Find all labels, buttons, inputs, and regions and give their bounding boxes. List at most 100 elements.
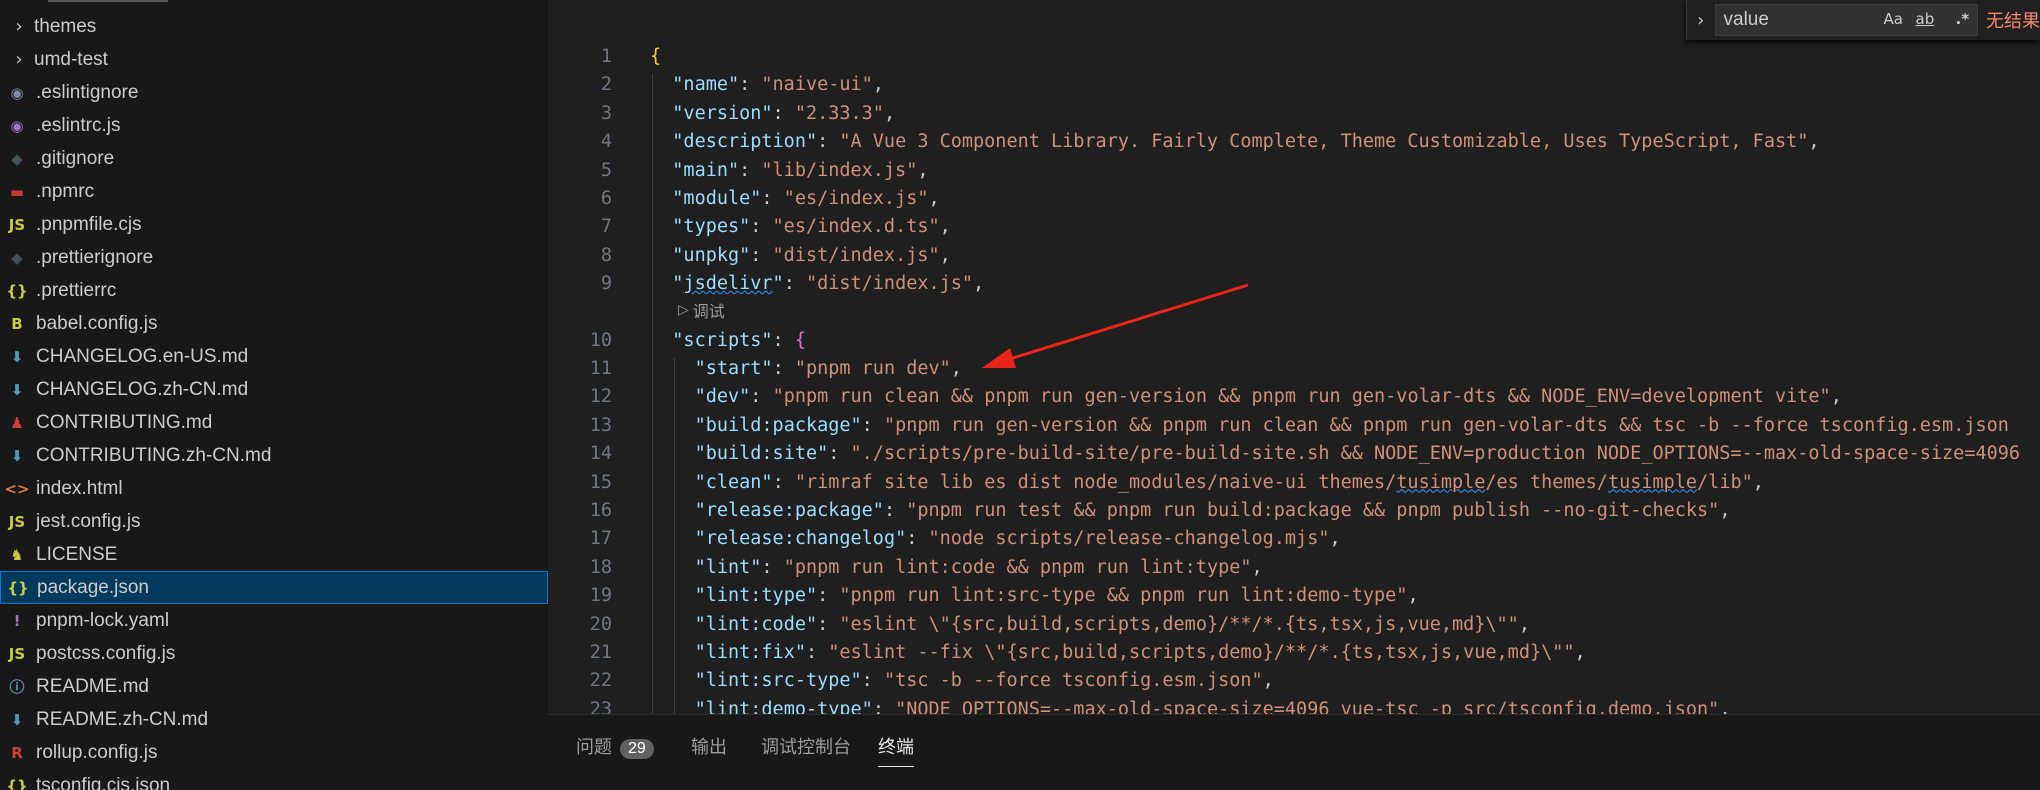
line-number: 9 [600,273,612,295]
code-token: : [906,528,929,550]
code-line[interactable]: "version": "2.33.3", [672,103,895,124]
file-item[interactable]: JS postcss.config.js [0,637,548,670]
file-item[interactable]: ◆ .gitignore [0,142,548,175]
code-token: "module" [672,188,762,209]
file-label: CHANGELOG.en-US.md [36,345,249,367]
code-token: : [817,613,840,635]
whole-word-icon[interactable]: ab [1916,10,1935,28]
code-token: "tsc -b --force tsconfig.esm.json" [883,670,1263,692]
code-line[interactable]: "lint": "pnpm run lint:code && pnpm run … [695,557,1263,578]
line-number: 17 [589,528,612,550]
code-line[interactable]: "main": "lib/index.js", [672,160,928,181]
code-line[interactable]: "build:site": "./scripts/pre-build-site/… [695,443,2020,464]
code-line[interactable]: "name": "naive-ui", [672,74,884,95]
tab-terminal[interactable]: 终端 [878,733,914,767]
code-token: , [1329,528,1341,550]
code-line[interactable]: "types": "es/index.d.ts", [672,216,950,237]
code-line[interactable]: "clean": "rimraf site lib es dist node_m… [695,472,1764,493]
code-line[interactable]: "jsdelivr": "dist/index.js", [672,273,984,294]
tab-output[interactable]: 输出 [691,733,727,767]
code-line[interactable]: "unpkg": "dist/index.js", [672,245,950,266]
code-token: " [672,273,684,295]
file-label: rollup.config.js [36,741,158,763]
file-item[interactable]: <> index.html [0,472,548,505]
file-item[interactable]: ◉ .eslintignore [0,76,548,109]
file-item[interactable]: ◉ .eslintrc.js [0,109,548,142]
code-token: , [928,188,940,209]
code-token: , [917,159,929,181]
eslint-icon: ◉ [10,83,24,102]
match-case-icon[interactable]: Aa [1884,10,1903,28]
code-line[interactable]: "release:package": "pnpm run test && pnp… [695,500,1731,521]
code-line[interactable]: "description": "A Vue 3 Component Librar… [672,131,1819,152]
contributing-icon: ♟ [10,413,24,432]
code-token: , [1808,131,1820,153]
code-line[interactable]: "build:package": "pnpm run gen-version &… [695,415,2009,436]
file-item[interactable]: JS .pnpmfile.cjs [0,208,548,241]
file-item[interactable]: JS jest.config.js [0,505,548,538]
tab-terminal-label: 终端 [878,737,914,757]
file-item[interactable]: ⬇ CONTRIBUTING.zh-CN.md [0,439,548,472]
code-line[interactable]: "lint:src-type": "tsc -b --force tsconfi… [695,670,1274,691]
js-icon: JS [8,512,26,531]
line-number: 11 [589,358,612,379]
line-number: 20 [589,613,612,635]
line-number: 18 [589,556,612,578]
code-line[interactable]: "release:changelog": "node scripts/relea… [695,528,1341,549]
explorer-sidebar: › themes › umd-test ◉ .eslintignore ◉ .eslintrc… [0,0,548,790]
code-line[interactable]: "dev": "pnpm run clean && pnpm run gen-v… [695,386,1842,407]
code-line[interactable]: "lint:fix": "eslint --fix \"{src,build,s… [695,642,1586,663]
code-line[interactable]: "start": "pnpm run dev", [695,358,962,379]
file-label: .npmrc [36,180,95,202]
bottom-panel: 问题 29 输出 调试控制台 终端 [548,714,2040,790]
line-number: 7 [600,216,612,238]
code-token: : [772,329,795,351]
file-item[interactable]: {} tsconfig.cjs.json [0,769,548,790]
code-line[interactable]: "lint:type": "pnpm run lint:src-type && … [695,585,1419,606]
code-token: : [750,216,773,238]
code-token: "name" [672,74,740,96]
folder-item[interactable]: › umd-test [0,43,548,76]
js-icon: JS [8,644,26,663]
file-item[interactable]: Rrollup.config.js [0,736,548,769]
code-token: , [973,273,985,295]
code-line[interactable]: "scripts": { [672,330,806,351]
file-label: CHANGELOG.zh-CN.md [36,378,249,400]
toggle-replace-icon[interactable]: › [1687,10,1715,31]
file-item[interactable]: ◆ .prettierignore [0,241,548,274]
regex-icon[interactable]: .* [1956,10,1970,28]
file-label: babel.config.js [36,312,158,334]
markdown-icon: ⬇ [10,347,24,366]
eslint-icon: ◉ [10,116,24,135]
line-number: 6 [600,188,612,209]
folder-item[interactable]: › themes [0,10,548,43]
file-label: .eslintrc.js [36,114,121,136]
file-item[interactable]: ⬇ CHANGELOG.zh-CN.md [0,373,548,406]
code-line[interactable]: { [650,46,661,67]
file-item[interactable]: {} package.json [0,571,548,604]
file-item[interactable]: ! pnpm-lock.yaml [0,604,548,637]
file-label: .prettierignore [36,246,154,268]
file-label: tsconfig.cjs.json [36,774,171,790]
file-item[interactable]: ▬ .npmrc [0,175,548,208]
code-token: : [761,556,784,578]
file-item[interactable]: ♟ CONTRIBUTING.md [0,406,548,439]
file-label: .prettierrc [36,279,117,301]
play-icon: ▷ [678,302,689,318]
file-item[interactable]: ⬇ README.zh-CN.md [0,703,548,736]
file-item[interactable]: {} .prettierrc [0,274,548,307]
file-item[interactable]: ⓘ README.md [0,670,548,703]
debug-codelens[interactable]: ▷ 调试 [678,298,725,322]
tab-problems[interactable]: 问题 29 [576,733,654,767]
code-token: : [883,500,907,521]
find-input[interactable]: value Aa ab .* [1714,4,1978,36]
file-label: umd-test [34,48,108,70]
file-item[interactable]: ♞ LICENSE [0,538,548,571]
code-line[interactable]: "module": "es/index.js", [672,188,939,209]
tab-debug-console[interactable]: 调试控制台 [761,733,851,767]
code-line[interactable]: "lint:code": "eslint \"{src,build,script… [695,614,1530,635]
file-item[interactable]: ⬇ CHANGELOG.en-US.md [0,340,548,373]
code-token: , [1830,386,1842,408]
rollup-icon: R [11,743,23,762]
file-item[interactable]: Bbabel.config.js [0,307,548,340]
